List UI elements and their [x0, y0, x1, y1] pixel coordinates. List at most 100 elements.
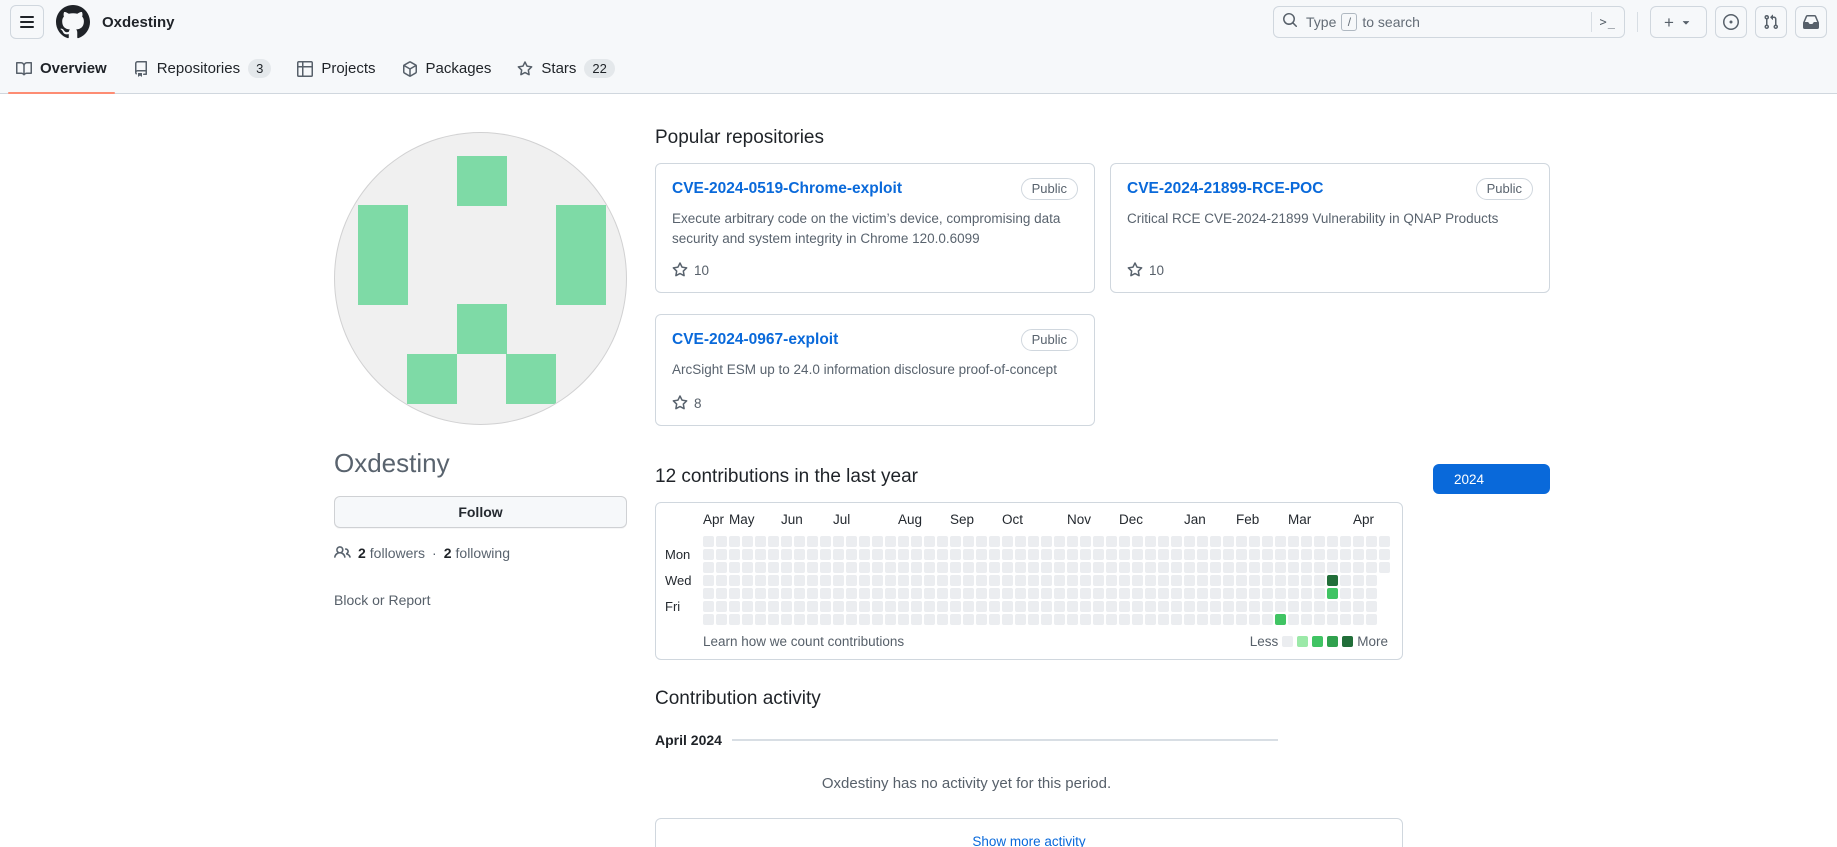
contribution-cell[interactable] [1041, 549, 1052, 560]
contribution-cell[interactable] [846, 588, 857, 599]
contribution-cell[interactable] [1366, 549, 1377, 560]
contribution-cell[interactable] [1210, 588, 1221, 599]
contribution-cell[interactable] [911, 601, 922, 612]
contribution-cell[interactable] [1093, 549, 1104, 560]
contribution-cell[interactable] [1236, 601, 1247, 612]
contribution-cell[interactable] [1340, 601, 1351, 612]
contribution-cell[interactable] [1314, 562, 1325, 573]
contribution-cell[interactable] [1080, 536, 1091, 547]
tab-overview[interactable]: Overview [8, 44, 115, 93]
contribution-cell[interactable] [1301, 549, 1312, 560]
contribution-cell[interactable] [1041, 614, 1052, 625]
contribution-cell[interactable] [781, 588, 792, 599]
contribution-cell[interactable] [1327, 601, 1338, 612]
contribution-cell[interactable] [1327, 614, 1338, 625]
contribution-cell[interactable] [1080, 575, 1091, 586]
contribution-cell[interactable] [937, 601, 948, 612]
contribution-cell[interactable] [833, 575, 844, 586]
contribution-cell[interactable] [1184, 562, 1195, 573]
repo-star-count[interactable]: 10 [672, 262, 1078, 278]
contribution-cell[interactable] [1353, 588, 1364, 599]
contribution-cell[interactable] [1145, 549, 1156, 560]
contribution-cell[interactable] [755, 562, 766, 573]
contribution-cell[interactable] [768, 588, 779, 599]
contribution-cell[interactable] [768, 536, 779, 547]
github-logo-icon[interactable] [56, 5, 90, 39]
contribution-cell[interactable] [1041, 601, 1052, 612]
contribution-cell[interactable] [742, 562, 753, 573]
contribution-cell[interactable] [1132, 549, 1143, 560]
contribution-cell[interactable] [1132, 601, 1143, 612]
contribution-cell[interactable] [950, 536, 961, 547]
contribution-cell[interactable] [846, 601, 857, 612]
contribution-cell[interactable] [924, 562, 935, 573]
contribution-cell[interactable] [872, 601, 883, 612]
contribution-cell[interactable] [976, 588, 987, 599]
contribution-cell[interactable] [1236, 562, 1247, 573]
contribution-cell[interactable] [1366, 588, 1377, 599]
contribution-cell[interactable] [963, 549, 974, 560]
contribution-cell[interactable] [989, 575, 1000, 586]
contribution-cell[interactable] [898, 588, 909, 599]
contribution-cell[interactable] [989, 601, 1000, 612]
contribution-cell[interactable] [807, 562, 818, 573]
contribution-cell[interactable] [833, 588, 844, 599]
contribution-cell[interactable] [716, 601, 727, 612]
contribution-cell[interactable] [989, 549, 1000, 560]
contribution-cell[interactable] [1210, 575, 1221, 586]
contribution-cell[interactable] [1197, 588, 1208, 599]
contribution-cell[interactable] [1171, 562, 1182, 573]
contribution-cell[interactable] [1197, 549, 1208, 560]
contribution-cell[interactable] [1093, 614, 1104, 625]
contribution-cell[interactable] [1041, 575, 1052, 586]
contribution-cell[interactable] [755, 575, 766, 586]
contribution-cell[interactable] [1288, 549, 1299, 560]
contribution-cell[interactable] [1249, 549, 1260, 560]
contribution-cell[interactable] [1301, 601, 1312, 612]
contribution-cell[interactable] [1249, 588, 1260, 599]
year-2024-button[interactable]: 2024 [1433, 464, 1550, 494]
follow-button[interactable]: Follow [334, 496, 627, 528]
contribution-cell[interactable] [1301, 588, 1312, 599]
contribution-cell[interactable] [1353, 536, 1364, 547]
contribution-cell[interactable] [1054, 588, 1065, 599]
contribution-cell[interactable] [1327, 575, 1338, 586]
contribution-cell[interactable] [1106, 562, 1117, 573]
contribution-cell[interactable] [1067, 575, 1078, 586]
contribution-cell[interactable] [1145, 562, 1156, 573]
contribution-cell[interactable] [820, 536, 831, 547]
contribution-cell[interactable] [1327, 562, 1338, 573]
contribution-cell[interactable] [1301, 536, 1312, 547]
contribution-cell[interactable] [794, 549, 805, 560]
contribution-cell[interactable] [1236, 536, 1247, 547]
contribution-cell[interactable] [1275, 562, 1286, 573]
contribution-cell[interactable] [859, 614, 870, 625]
contribution-cell[interactable] [937, 588, 948, 599]
contribution-cell[interactable] [1288, 562, 1299, 573]
contribution-cell[interactable] [1106, 601, 1117, 612]
contribution-cell[interactable] [1093, 601, 1104, 612]
contribution-cell[interactable] [1379, 536, 1390, 547]
contribution-cell[interactable] [1080, 614, 1091, 625]
contribution-cell[interactable] [833, 562, 844, 573]
contribution-cell[interactable] [781, 601, 792, 612]
contribution-cell[interactable] [1067, 588, 1078, 599]
contribution-cell[interactable] [859, 549, 870, 560]
tab-packages[interactable]: Packages [394, 44, 500, 93]
contribution-cell[interactable] [1067, 614, 1078, 625]
contribution-cell[interactable] [846, 549, 857, 560]
contribution-cell[interactable] [1028, 588, 1039, 599]
contribution-cell[interactable] [937, 614, 948, 625]
contribution-cell[interactable] [963, 562, 974, 573]
contribution-cell[interactable] [1353, 562, 1364, 573]
contribution-cell[interactable] [885, 614, 896, 625]
contribution-cell[interactable] [1080, 549, 1091, 560]
contribution-cell[interactable] [1184, 549, 1195, 560]
contribution-cell[interactable] [1314, 588, 1325, 599]
contribution-cell[interactable] [1054, 601, 1065, 612]
contribution-cell[interactable] [1340, 549, 1351, 560]
followers-link[interactable]: 2followers [358, 545, 425, 561]
contribution-cell[interactable] [898, 614, 909, 625]
contribution-cell[interactable] [1262, 588, 1273, 599]
contribution-cell[interactable] [1197, 614, 1208, 625]
